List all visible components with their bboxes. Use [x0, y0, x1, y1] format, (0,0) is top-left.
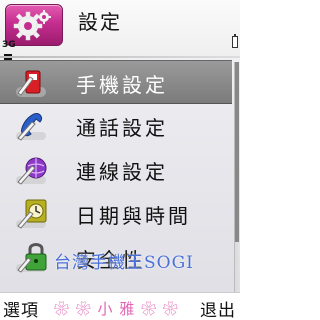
- menu-item-date-time[interactable]: 日期與時間: [0, 192, 232, 236]
- connection-settings-icon: [16, 157, 47, 185]
- settings-menu-list: 手機設定 通話設定 連線設定 日期與時間 安全性: [0, 60, 232, 280]
- options-softkey[interactable]: 選項: [3, 296, 39, 320]
- menu-item-call-settings[interactable]: 通話設定: [0, 104, 232, 148]
- menu-item-label: 安全性: [76, 248, 145, 272]
- network-indicator: 3G: [2, 40, 16, 50]
- scrollbar[interactable]: [234, 62, 239, 294]
- header: 設定 3G: [0, 0, 240, 60]
- phone-settings-icon: [16, 70, 46, 97]
- security-lock-icon: [16, 243, 47, 273]
- softkey-bar: 選項 ❀ ❀ 小 雅 ❀ ❀ 退出: [0, 292, 240, 320]
- menu-item-connection-settings[interactable]: 連線設定: [0, 148, 232, 192]
- screen: 設定 3G 手機設定 通話設定 連線設定 日期與時間 安全性 台灣手機王SOGI…: [0, 0, 240, 320]
- menu-item-label: 連線設定: [76, 160, 168, 184]
- date-time-icon: [16, 199, 47, 229]
- menu-item-security[interactable]: 安全性: [0, 236, 232, 280]
- call-settings-icon: [16, 113, 46, 141]
- scroll-thumb[interactable]: [235, 62, 239, 242]
- exit-softkey[interactable]: 退出: [200, 296, 236, 320]
- gear-icon: [13, 10, 51, 41]
- menu-item-label: 手機設定: [76, 73, 168, 97]
- menu-item-label: 通話設定: [76, 116, 168, 140]
- page-title: 設定: [78, 10, 122, 34]
- menu-item-phone-settings[interactable]: 手機設定: [0, 60, 232, 104]
- header-divider: [0, 56, 240, 58]
- softkey-decoration: ❀ ❀ 小 雅 ❀ ❀: [54, 300, 179, 318]
- menu-item-label: 日期與時間: [76, 204, 191, 228]
- battery-icon: [232, 34, 238, 48]
